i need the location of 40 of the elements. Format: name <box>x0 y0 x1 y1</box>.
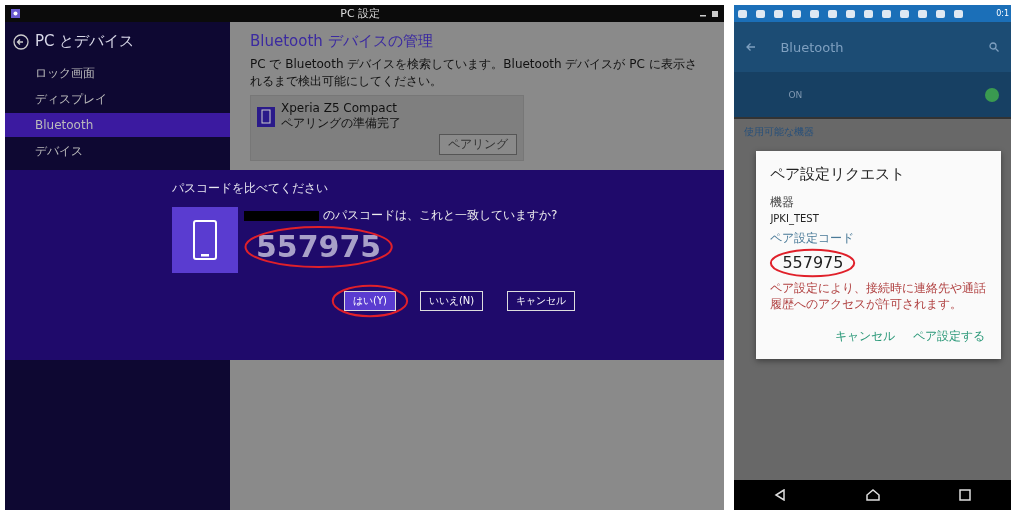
dialog-title: パスコードを比べてください <box>172 180 329 197</box>
phone-icon <box>257 106 275 127</box>
toggle-switch[interactable] <box>985 87 999 102</box>
dialog-button[interactable]: キャンセル <box>833 324 897 350</box>
pairing-note: ペア設定により、接続時に連絡先や通話履歴へのアクセスが許可されます。 <box>770 281 987 313</box>
status-time: 0:1 <box>996 9 1009 18</box>
toggle-label: ON <box>788 89 803 100</box>
sidebar-item[interactable]: Bluetooth <box>5 113 230 137</box>
search-icon[interactable] <box>989 42 999 52</box>
dialog-button[interactable]: キャンセル <box>507 291 576 311</box>
field-label: 機器 <box>770 194 796 211</box>
field-label: ペア設定コード <box>770 230 856 247</box>
dialog-button[interactable]: ペア設定する <box>911 324 987 350</box>
dialog-button[interactable]: はい(Y) <box>344 291 396 311</box>
dialog-title: ペア設定リクエスト <box>770 165 907 184</box>
device-name: JPKI_TEST <box>770 213 820 224</box>
device-card[interactable]: Xperia Z5 Compact ペアリングの準備完了 ペアリング <box>250 95 524 161</box>
device-name: Xperia Z5 Compact <box>281 101 398 115</box>
dialog-question: のパスコードは、これと一致していますか? <box>323 207 558 224</box>
sidebar-item[interactable]: ディスプレイ <box>5 87 230 111</box>
sidebar-title: PC とデバイス <box>35 32 135 51</box>
recents-icon[interactable] <box>959 489 972 501</box>
pairing-code: 557975 <box>782 255 844 271</box>
window-title: PC 設定 <box>340 6 381 21</box>
phone-icon <box>193 220 217 260</box>
sidebar-item[interactable]: デバイス <box>5 139 230 163</box>
window-controls-icon[interactable] <box>700 9 719 18</box>
home-icon[interactable] <box>865 489 880 501</box>
page-heading: Bluetooth デバイスの管理 <box>250 32 434 51</box>
toolbar-title: Bluetooth <box>780 39 845 55</box>
back-icon[interactable] <box>13 33 29 50</box>
passcode: 557975 <box>256 232 382 262</box>
device-status: ペアリングの準備完了 <box>281 115 401 132</box>
back-arrow-icon[interactable] <box>746 42 757 52</box>
back-icon[interactable] <box>774 489 787 501</box>
app-icon <box>11 9 20 18</box>
pair-button[interactable]: ペアリング <box>439 134 517 155</box>
dialog-button[interactable]: いいえ(N) <box>419 291 484 311</box>
description-text: PC で Bluetooth デバイスを検索しています。Bluetooth デバイスが PC に表示されるまで検出可能にしてください。 <box>250 56 698 90</box>
sidebar-item[interactable]: ロック画面 <box>5 61 230 85</box>
